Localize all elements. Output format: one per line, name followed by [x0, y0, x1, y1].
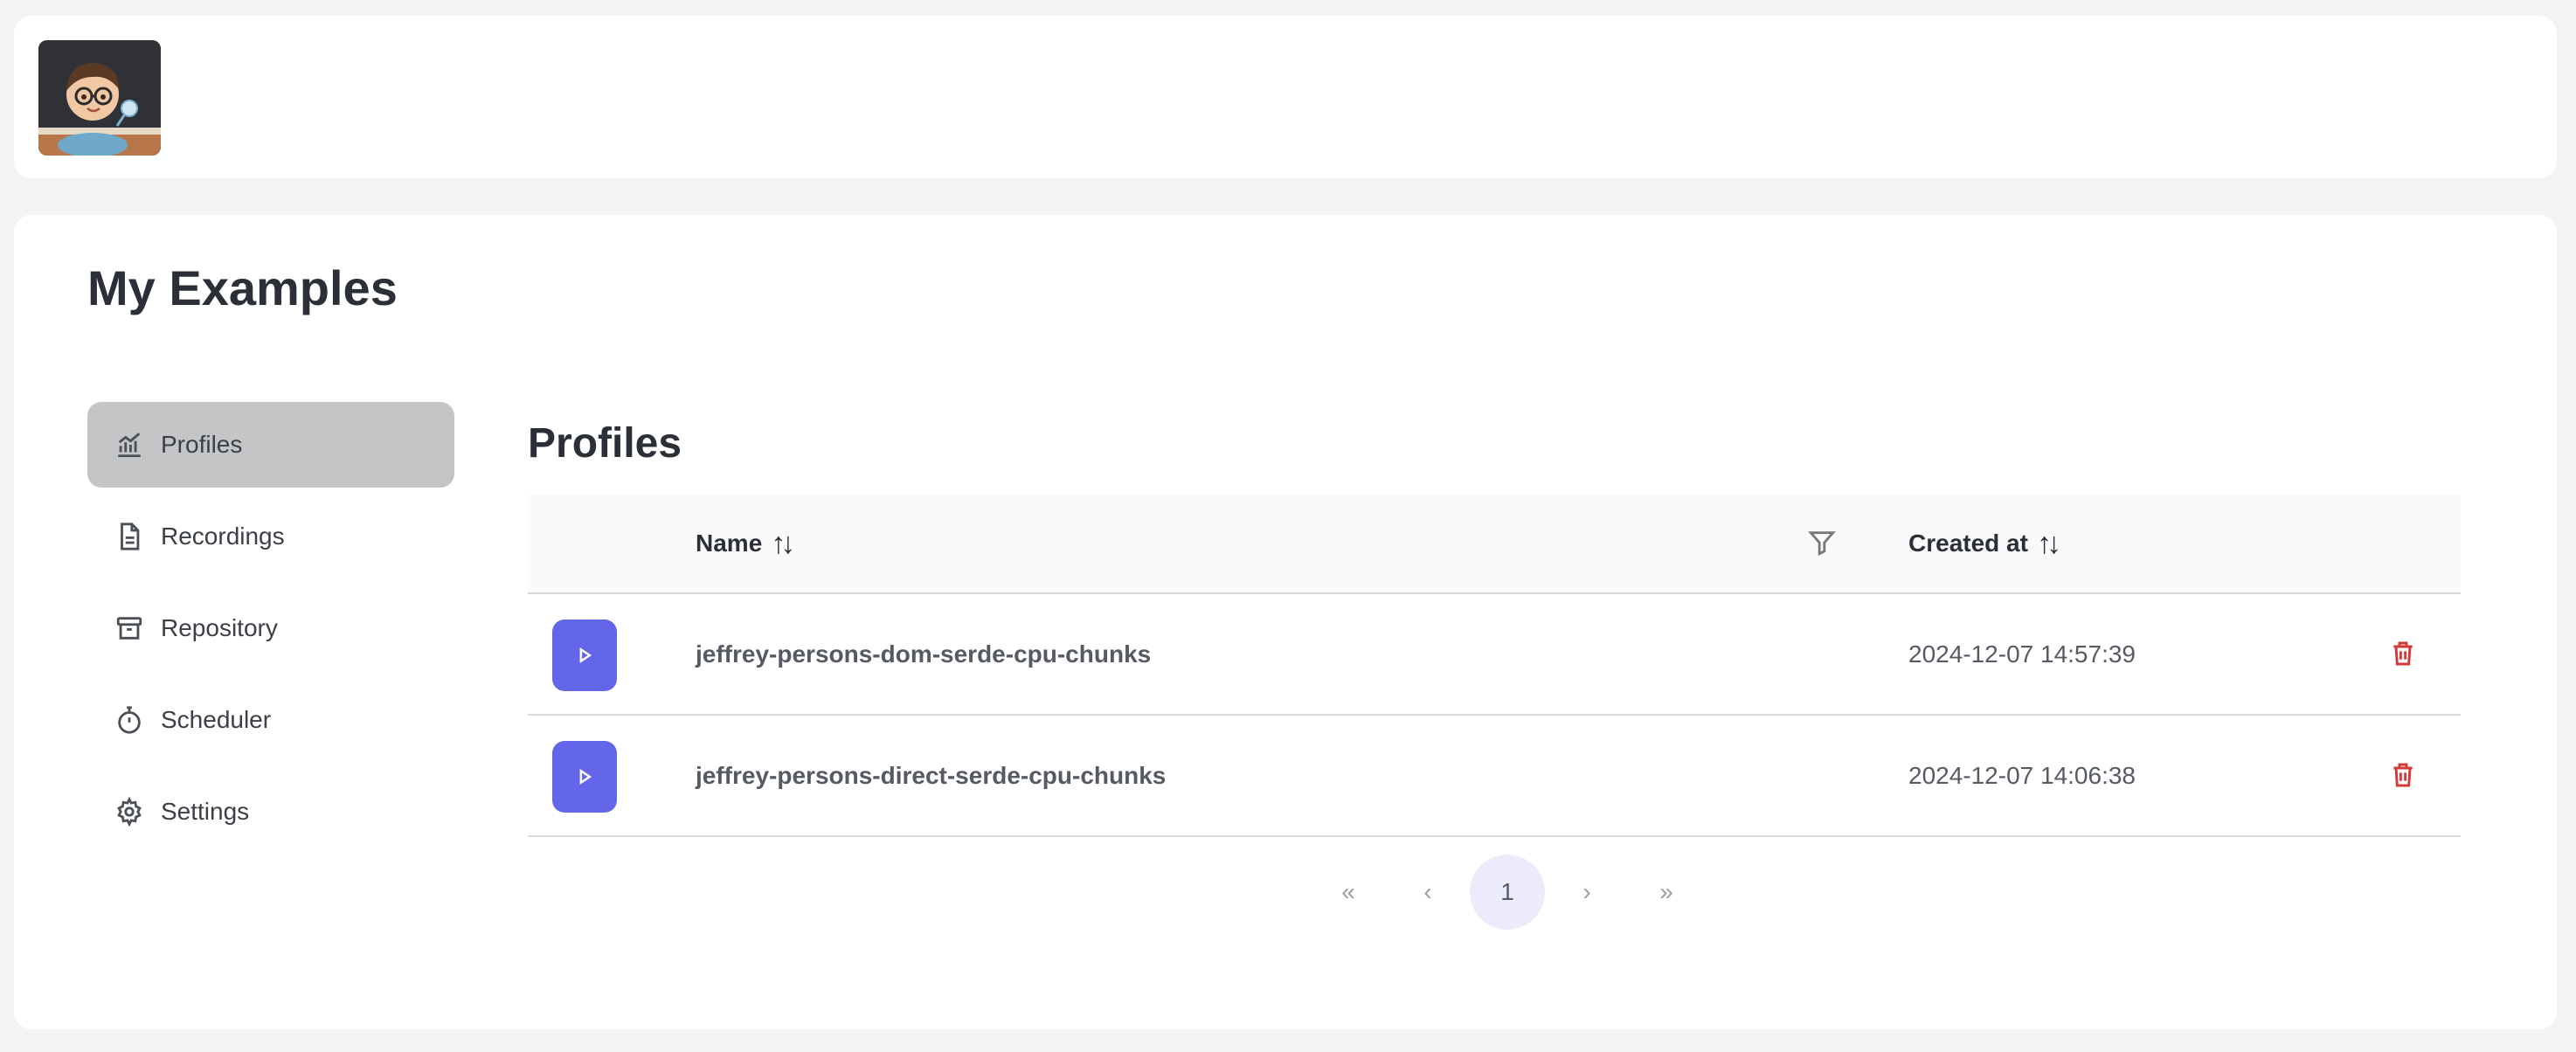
sort-icon[interactable]: ↑↓ — [771, 527, 795, 561]
gear-icon — [114, 796, 145, 827]
play-icon — [579, 768, 592, 786]
next-page-button[interactable]: › — [1549, 855, 1624, 930]
column-header-name[interactable]: Name ↑↓ — [696, 495, 795, 592]
sort-icon[interactable]: ↑↓ — [2037, 527, 2061, 561]
stopwatch-icon — [114, 704, 145, 736]
top-bar — [14, 16, 2557, 178]
trash-icon[interactable] — [2389, 761, 2419, 791]
sidebar-item-settings[interactable]: Settings — [87, 769, 454, 855]
play-icon — [579, 647, 592, 664]
profile-name[interactable]: jeffrey-persons-direct-serde-cpu-chunks — [696, 716, 1166, 835]
trash-icon[interactable] — [2389, 640, 2419, 669]
first-page-button[interactable]: « — [1311, 855, 1386, 930]
page-title: My Examples — [87, 260, 398, 315]
filter-icon[interactable] — [1807, 528, 1839, 559]
column-label: Created at — [1908, 529, 2028, 557]
sidebar-nav: Profiles Recordings Repository Scheduler… — [87, 402, 454, 861]
document-icon — [114, 521, 145, 552]
section-title: Profiles — [528, 420, 682, 467]
profiles-table: Name ↑↓ Created at ↑↓ jeffrey-persons-do… — [528, 495, 2461, 837]
table-header: Name ↑↓ Created at ↑↓ — [528, 495, 2461, 594]
sidebar-item-label: Profiles — [161, 431, 243, 458]
chart-icon — [114, 429, 145, 460]
profile-created-at: 2024-12-07 14:57:39 — [1908, 640, 2136, 668]
prev-page-button[interactable]: ‹ — [1390, 855, 1465, 930]
column-header-created-at[interactable]: Created at ↑↓ — [1908, 495, 2061, 592]
table-row: jeffrey-persons-dom-serde-cpu-chunks 202… — [528, 594, 2461, 716]
avatar-image — [38, 40, 161, 156]
profile-created-at: 2024-12-07 14:06:38 — [1908, 761, 2136, 789]
profiles-section: Profiles Name ↑↓ Created at ↑↓ jeffrey-p… — [528, 215, 2461, 1029]
sidebar-item-scheduler[interactable]: Scheduler — [87, 677, 454, 763]
sidebar-item-label: Repository — [161, 614, 278, 641]
sidebar-item-repository[interactable]: Repository — [87, 585, 454, 671]
table-row: jeffrey-persons-direct-serde-cpu-chunks … — [528, 716, 2461, 837]
sidebar-item-label: Recordings — [161, 523, 285, 550]
main-panel: My Examples Profiles Recordings Reposito… — [14, 215, 2557, 1029]
page-number-button[interactable]: 1 — [1470, 855, 1545, 930]
profile-name[interactable]: jeffrey-persons-dom-serde-cpu-chunks — [696, 594, 1151, 714]
column-label: Name — [696, 529, 763, 557]
user-avatar[interactable] — [38, 40, 161, 156]
play-button[interactable] — [552, 619, 617, 691]
archive-icon — [114, 613, 145, 644]
play-button[interactable] — [552, 741, 617, 813]
pagination: « ‹ 1 › » — [528, 855, 2461, 930]
sidebar-item-label: Scheduler — [161, 706, 272, 733]
sidebar-item-label: Settings — [161, 798, 250, 825]
sidebar-item-profiles[interactable]: Profiles — [87, 402, 454, 488]
last-page-button[interactable]: » — [1629, 855, 1704, 930]
sidebar-item-recordings[interactable]: Recordings — [87, 494, 454, 579]
